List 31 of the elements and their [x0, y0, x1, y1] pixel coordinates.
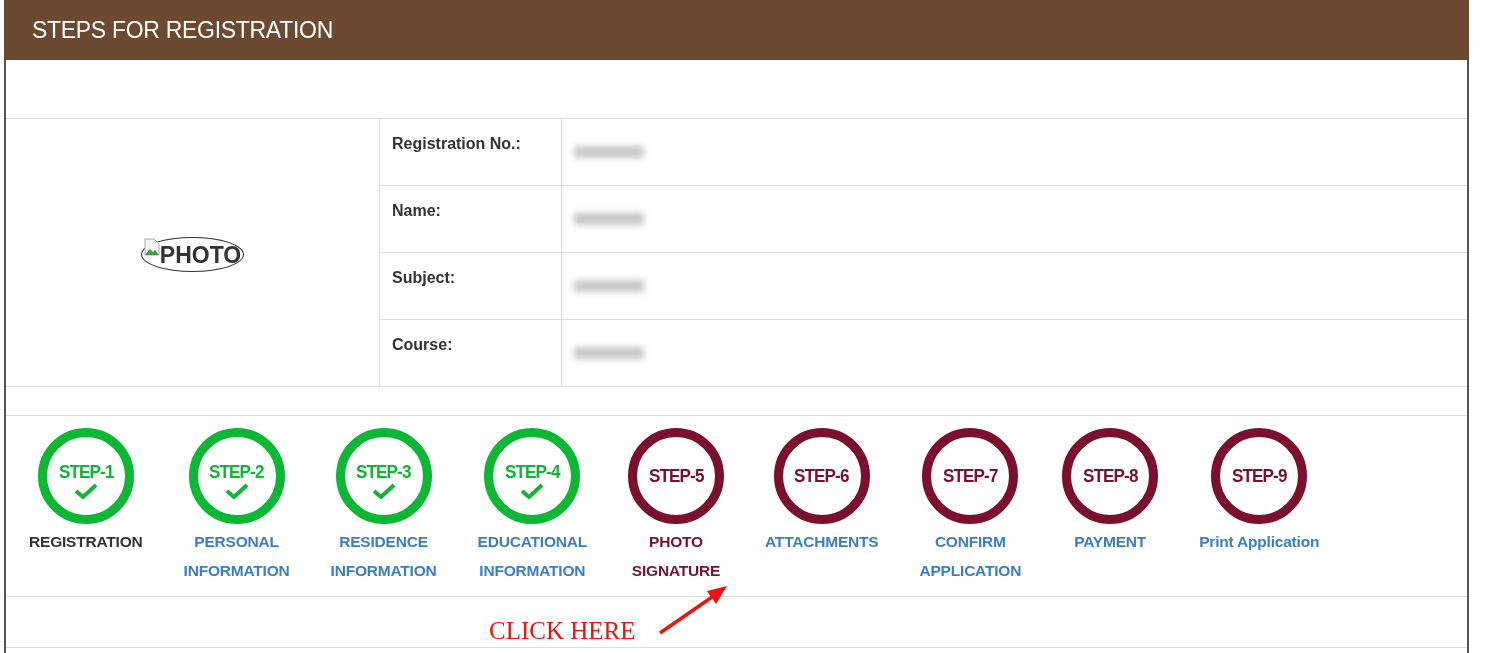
step-badge[interactable]: STEP-8: [1062, 428, 1159, 524]
annotation-text: CLICK HERE: [489, 617, 636, 645]
step-link[interactable]: CONFIRM APPLICATION: [919, 527, 1022, 585]
step-badge[interactable]: STEP-4: [484, 428, 581, 524]
field-label: Name:: [380, 186, 562, 252]
step-badge[interactable]: STEP-6: [773, 428, 870, 524]
step-link[interactable]: REGISTRATION: [29, 527, 143, 556]
step-link[interactable]: PAYMENT: [1074, 527, 1147, 556]
check-icon: [73, 483, 98, 499]
step-badge[interactable]: STEP-7: [922, 428, 1019, 524]
step-badge[interactable]: STEP-5: [628, 428, 724, 524]
panel-title: STEPS FOR REGISTRATION: [32, 16, 333, 44]
field-label: Subject:: [380, 253, 562, 319]
step-badge[interactable]: STEP-9: [1211, 428, 1308, 524]
arrow-icon: [657, 583, 729, 637]
field-label: Course:: [380, 320, 562, 386]
step-link[interactable]: EDUCATIONAL INFORMATION: [477, 527, 587, 585]
check-icon: [224, 483, 249, 499]
field-label: Registration No.:: [380, 119, 562, 185]
step-link[interactable]: PERSONAL INFORMATION: [183, 527, 290, 585]
step-link[interactable]: ATTACHMENTS: [765, 527, 879, 556]
step-badge[interactable]: STEP-3: [335, 428, 432, 524]
step-link[interactable]: RESIDENCE INFORMATION: [330, 527, 437, 585]
step-link[interactable]: PHOTO SIGNATURE: [631, 527, 721, 585]
broken-image-icon: [143, 238, 160, 256]
check-icon: [520, 483, 545, 499]
check-icon: [371, 483, 396, 499]
step-badge[interactable]: STEP-1: [37, 428, 134, 524]
step-link[interactable]: Print Application: [1199, 527, 1320, 556]
step-badge[interactable]: STEP-2: [188, 428, 285, 524]
broken-image: PHOTO: [140, 237, 245, 272]
